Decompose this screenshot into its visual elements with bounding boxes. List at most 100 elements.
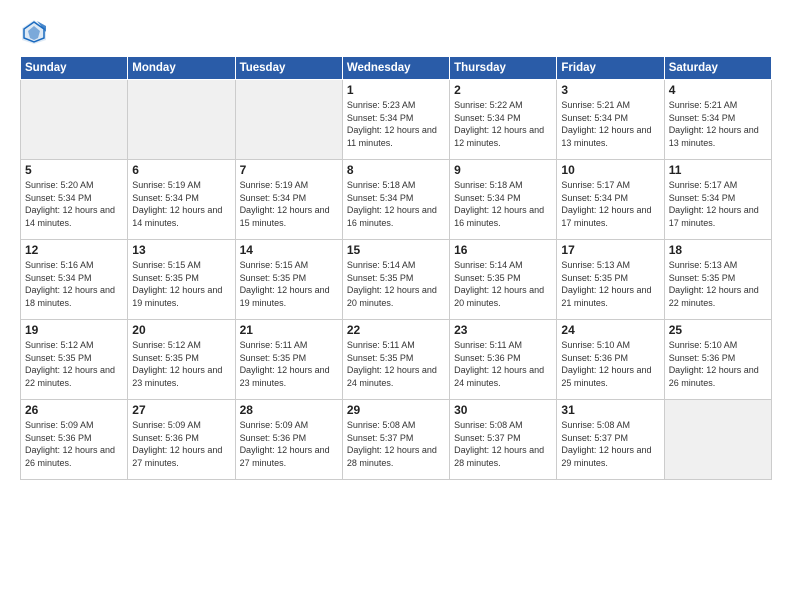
calendar-week-2: 5 Sunrise: 5:20 AMSunset: 5:34 PMDaylight… <box>21 160 772 240</box>
day-info: Sunrise: 5:08 AMSunset: 5:37 PMDaylight:… <box>561 419 659 469</box>
day-number: 22 <box>347 323 445 337</box>
day-number: 12 <box>25 243 123 257</box>
calendar-week-1: 1Sunrise: 5:23 AMSunset: 5:34 PMDaylight… <box>21 80 772 160</box>
calendar-day-cell: 12Sunrise: 5:16 AMSunset: 5:34 PMDayligh… <box>21 240 128 320</box>
calendar-day-cell: 21Sunrise: 5:11 AMSunset: 5:35 PMDayligh… <box>235 320 342 400</box>
calendar-day-cell: 22 Sunrise: 5:11 AMSunset: 5:35 PMDayligh… <box>342 320 449 400</box>
day-info: Sunrise: 5:19 AMSunset: 5:34 PMDaylight:… <box>240 179 338 229</box>
day-info: Sunrise: 5:18 AMSunset: 5:34 PMDaylight:… <box>347 179 445 229</box>
day-info: Sunrise: 5:10 AMSunset: 5:36 PMDaylight:… <box>669 339 767 389</box>
calendar-day-cell: 14 Sunrise: 5:15 AMSunset: 5:35 PMDayligh… <box>235 240 342 320</box>
calendar-day-cell <box>128 80 235 160</box>
calendar-day-cell <box>664 400 771 480</box>
calendar-day-cell <box>235 80 342 160</box>
calendar-day-cell: 15 Sunrise: 5:14 AMSunset: 5:35 PMDayligh… <box>342 240 449 320</box>
day-number: 10 <box>561 163 659 177</box>
calendar-day-cell: 11Sunrise: 5:17 AMSunset: 5:34 PMDayligh… <box>664 160 771 240</box>
day-number: 28 <box>240 403 338 417</box>
day-number: 25 <box>669 323 767 337</box>
day-number: 24 <box>561 323 659 337</box>
day-info: Sunrise: 5:17 AMSunset: 5:34 PMDaylight:… <box>561 179 659 229</box>
calendar-day-cell: 10 Sunrise: 5:17 AMSunset: 5:34 PMDayligh… <box>557 160 664 240</box>
calendar-day-cell: 23 Sunrise: 5:11 AMSunset: 5:36 PMDayligh… <box>450 320 557 400</box>
calendar-day-cell: 20 Sunrise: 5:12 AMSunset: 5:35 PMDayligh… <box>128 320 235 400</box>
calendar-day-cell: 26Sunrise: 5:09 AMSunset: 5:36 PMDayligh… <box>21 400 128 480</box>
day-number: 15 <box>347 243 445 257</box>
calendar-table: SundayMondayTuesdayWednesdayThursdayFrid… <box>20 56 772 480</box>
logo <box>20 18 52 46</box>
day-number: 16 <box>454 243 552 257</box>
day-number: 31 <box>561 403 659 417</box>
calendar-day-cell: 25 Sunrise: 5:10 AMSunset: 5:36 PMDayligh… <box>664 320 771 400</box>
day-info: Sunrise: 5:18 AMSunset: 5:34 PMDaylight:… <box>454 179 552 229</box>
calendar-day-cell: 28Sunrise: 5:09 AMSunset: 5:36 PMDayligh… <box>235 400 342 480</box>
weekday-header-saturday: Saturday <box>664 57 771 80</box>
calendar-day-cell: 30Sunrise: 5:08 AMSunset: 5:37 PMDayligh… <box>450 400 557 480</box>
day-number: 19 <box>25 323 123 337</box>
calendar-day-cell: 24 Sunrise: 5:10 AMSunset: 5:36 PMDayligh… <box>557 320 664 400</box>
day-number: 23 <box>454 323 552 337</box>
calendar-day-cell: 9Sunrise: 5:18 AMSunset: 5:34 PMDaylight… <box>450 160 557 240</box>
calendar-day-cell: 3Sunrise: 5:21 AMSunset: 5:34 PMDaylight… <box>557 80 664 160</box>
weekday-header-sunday: Sunday <box>21 57 128 80</box>
day-info: Sunrise: 5:08 AMSunset: 5:37 PMDaylight:… <box>347 419 445 469</box>
calendar-day-cell: 8 Sunrise: 5:18 AMSunset: 5:34 PMDaylight… <box>342 160 449 240</box>
day-number: 13 <box>132 243 230 257</box>
calendar-day-cell: 1Sunrise: 5:23 AMSunset: 5:34 PMDaylight… <box>342 80 449 160</box>
day-info: Sunrise: 5:12 AMSunset: 5:35 PMDaylight:… <box>25 339 123 389</box>
day-number: 4 <box>669 83 767 97</box>
day-info: Sunrise: 5:20 AMSunset: 5:34 PMDaylight:… <box>25 179 123 229</box>
weekday-header-tuesday: Tuesday <box>235 57 342 80</box>
day-info: Sunrise: 5:10 AMSunset: 5:36 PMDaylight:… <box>561 339 659 389</box>
day-number: 11 <box>669 163 767 177</box>
calendar-week-3: 12Sunrise: 5:16 AMSunset: 5:34 PMDayligh… <box>21 240 772 320</box>
weekday-header-wednesday: Wednesday <box>342 57 449 80</box>
day-number: 30 <box>454 403 552 417</box>
day-number: 17 <box>561 243 659 257</box>
day-info: Sunrise: 5:15 AMSunset: 5:35 PMDaylight:… <box>240 259 338 309</box>
day-number: 3 <box>561 83 659 97</box>
day-number: 18 <box>669 243 767 257</box>
day-info: Sunrise: 5:22 AMSunset: 5:34 PMDaylight:… <box>454 99 552 149</box>
day-number: 29 <box>347 403 445 417</box>
day-info: Sunrise: 5:11 AMSunset: 5:36 PMDaylight:… <box>454 339 552 389</box>
day-number: 6 <box>132 163 230 177</box>
day-number: 1 <box>347 83 445 97</box>
day-number: 8 <box>347 163 445 177</box>
calendar-week-4: 19 Sunrise: 5:12 AMSunset: 5:35 PMDayligh… <box>21 320 772 400</box>
calendar-day-cell: 5 Sunrise: 5:20 AMSunset: 5:34 PMDaylight… <box>21 160 128 240</box>
day-number: 20 <box>132 323 230 337</box>
day-info: Sunrise: 5:12 AMSunset: 5:35 PMDaylight:… <box>132 339 230 389</box>
day-number: 27 <box>132 403 230 417</box>
calendar-day-cell: 31 Sunrise: 5:08 AMSunset: 5:37 PMDayligh… <box>557 400 664 480</box>
day-number: 26 <box>25 403 123 417</box>
day-number: 7 <box>240 163 338 177</box>
calendar-day-cell: 6 Sunrise: 5:19 AMSunset: 5:34 PMDaylight… <box>128 160 235 240</box>
day-info: Sunrise: 5:19 AMSunset: 5:34 PMDaylight:… <box>132 179 230 229</box>
day-info: Sunrise: 5:13 AMSunset: 5:35 PMDaylight:… <box>561 259 659 309</box>
weekday-header-monday: Monday <box>128 57 235 80</box>
day-info: Sunrise: 5:21 AMSunset: 5:34 PMDaylight:… <box>669 99 767 149</box>
header <box>20 18 772 46</box>
calendar-day-cell: 17 Sunrise: 5:13 AMSunset: 5:35 PMDayligh… <box>557 240 664 320</box>
page: SundayMondayTuesdayWednesdayThursdayFrid… <box>0 0 792 612</box>
day-number: 5 <box>25 163 123 177</box>
day-info: Sunrise: 5:09 AMSunset: 5:36 PMDaylight:… <box>132 419 230 469</box>
calendar-day-cell: 27 Sunrise: 5:09 AMSunset: 5:36 PMDayligh… <box>128 400 235 480</box>
weekday-header-friday: Friday <box>557 57 664 80</box>
logo-icon <box>20 18 48 46</box>
calendar-day-cell: 19 Sunrise: 5:12 AMSunset: 5:35 PMDayligh… <box>21 320 128 400</box>
calendar-day-cell: 13 Sunrise: 5:15 AMSunset: 5:35 PMDayligh… <box>128 240 235 320</box>
day-number: 2 <box>454 83 552 97</box>
calendar-day-cell: 7 Sunrise: 5:19 AMSunset: 5:34 PMDaylight… <box>235 160 342 240</box>
day-info: Sunrise: 5:14 AMSunset: 5:35 PMDaylight:… <box>347 259 445 309</box>
day-info: Sunrise: 5:11 AMSunset: 5:35 PMDaylight:… <box>347 339 445 389</box>
calendar-week-5: 26 Sunrise: 5:09 AMSunset: 5:36 PMDayligh… <box>21 400 772 480</box>
calendar-day-cell: 29 Sunrise: 5:08 AMSunset: 5:37 PMDayligh… <box>342 400 449 480</box>
day-info: Sunrise: 5:15 AMSunset: 5:35 PMDaylight:… <box>132 259 230 309</box>
weekday-header-thursday: Thursday <box>450 57 557 80</box>
calendar-day-cell: 4 Sunrise: 5:21 AMSunset: 5:34 PMDaylight… <box>664 80 771 160</box>
calendar-day-cell: 18Sunrise: 5:13 AMSunset: 5:35 PMDayligh… <box>664 240 771 320</box>
day-number: 14 <box>240 243 338 257</box>
calendar-day-cell: 16Sunrise: 5:14 AMSunset: 5:35 PMDayligh… <box>450 240 557 320</box>
